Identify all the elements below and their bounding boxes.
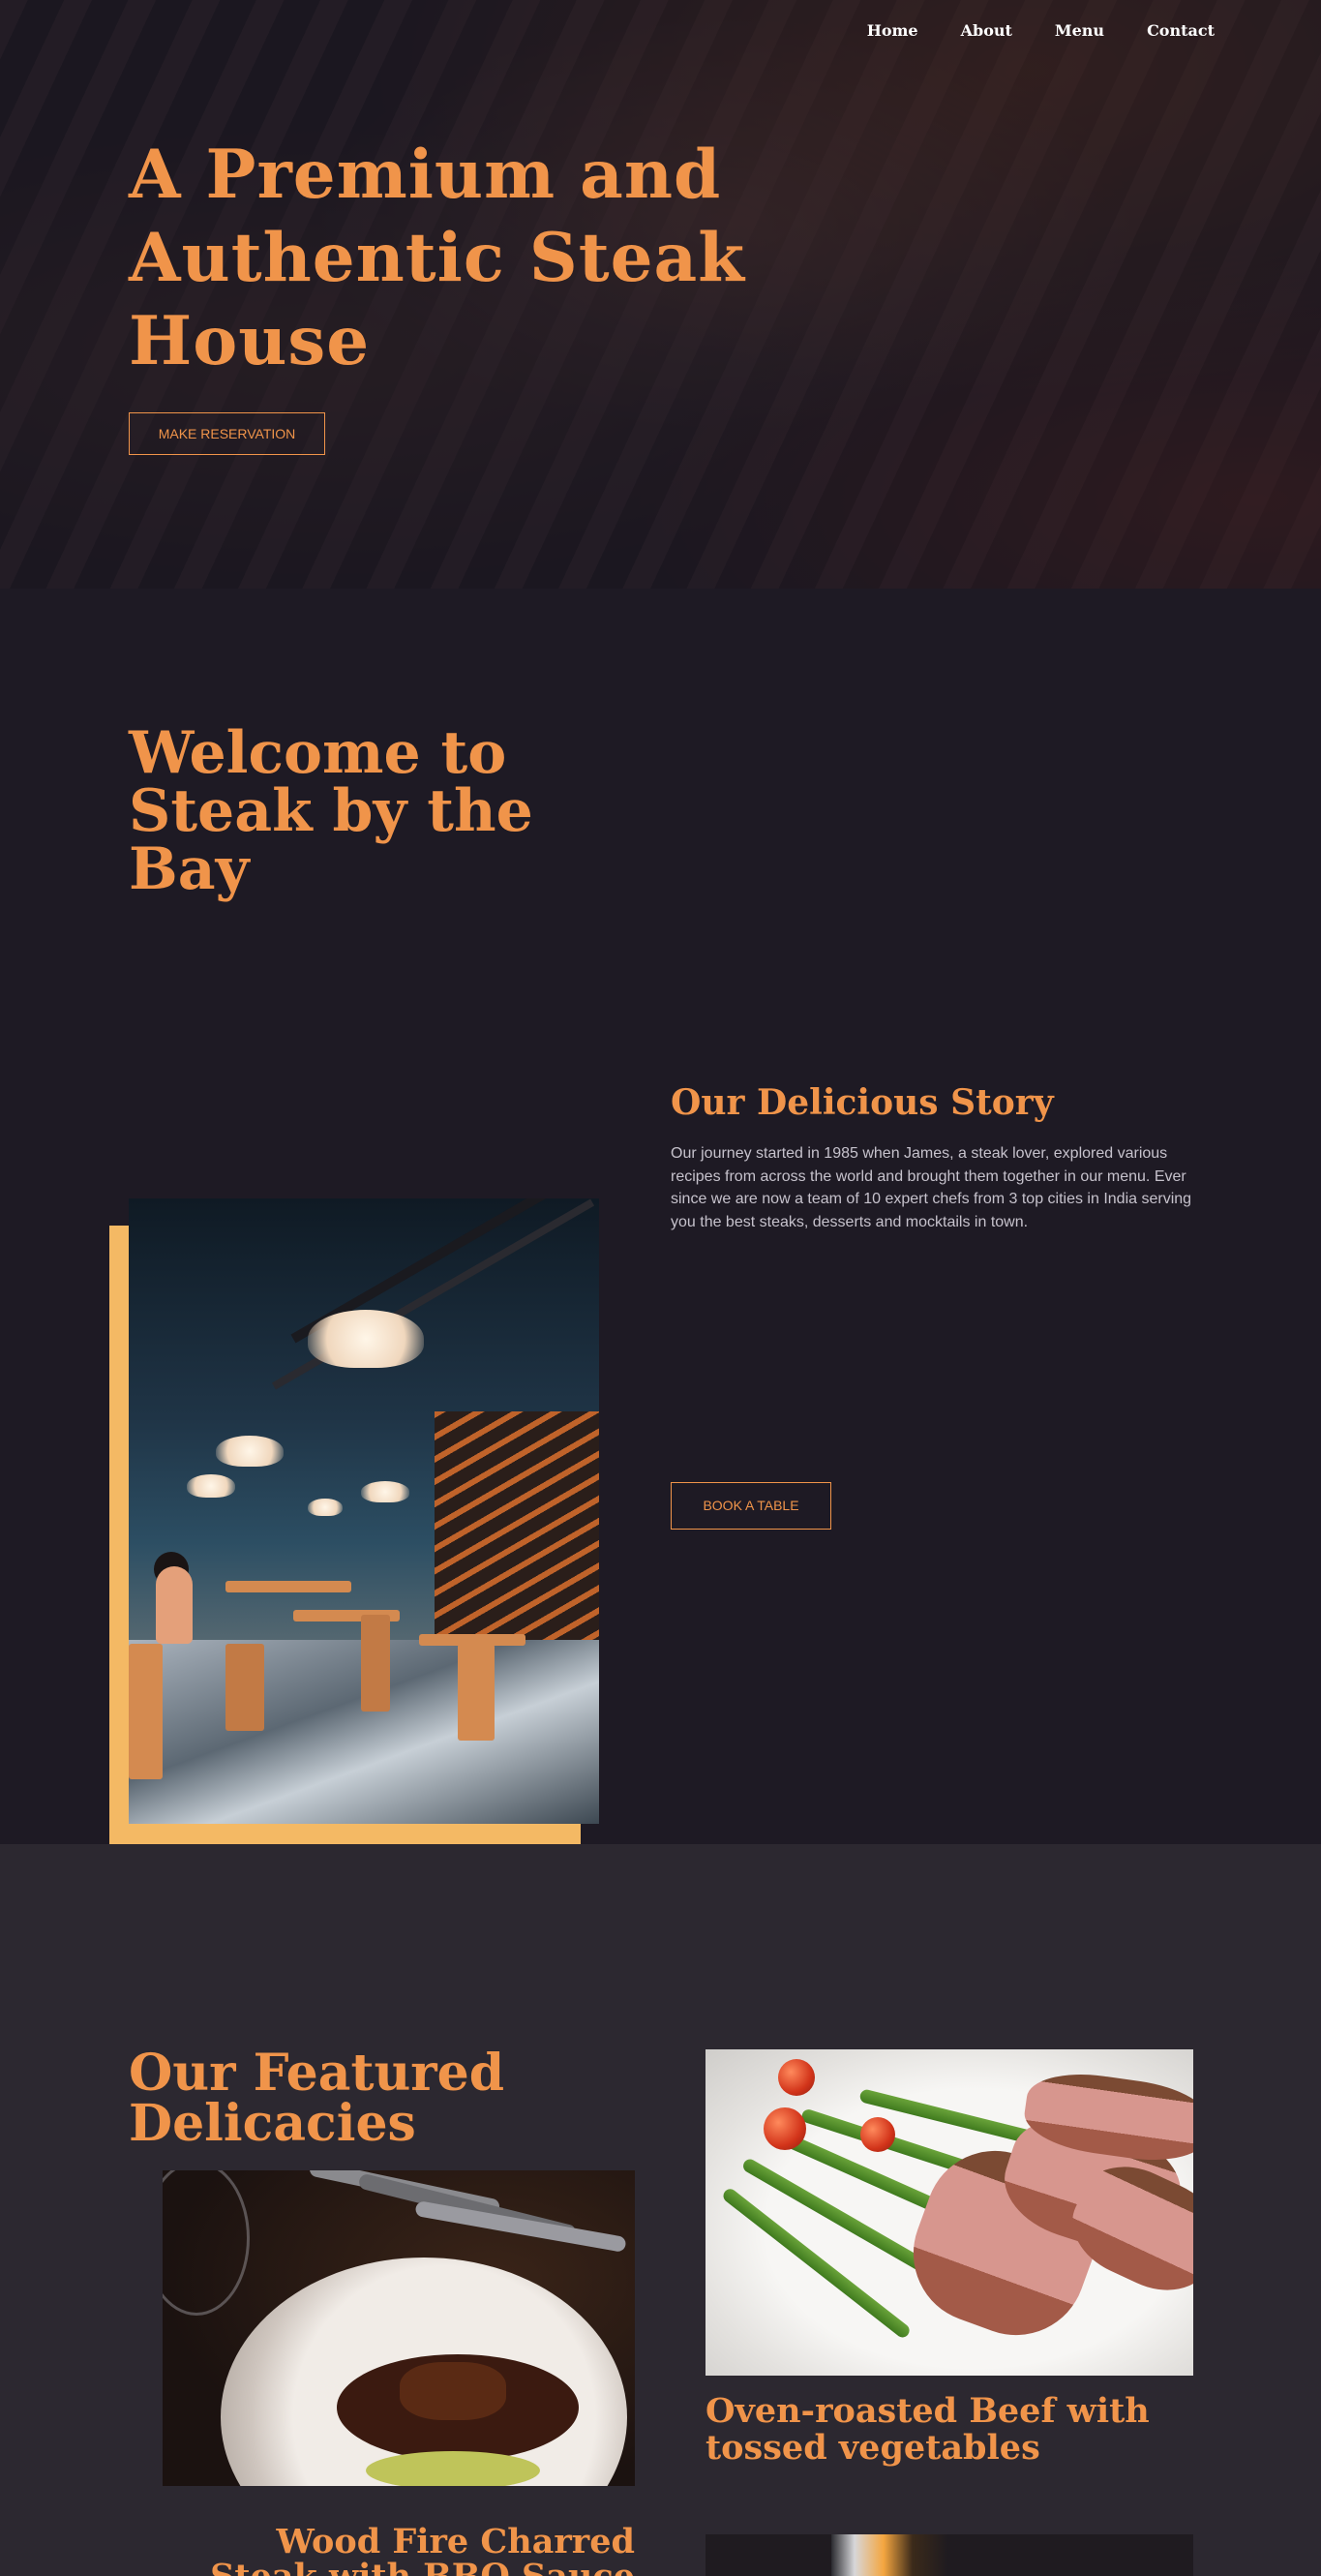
story-text: Our journey started in 1985 when James, … [671,1145,1192,1230]
tomato [860,2117,895,2152]
table [129,1644,163,1779]
tomato [778,2059,815,2096]
book-table-button[interactable]: BOOK A TABLE [671,1482,831,1530]
make-reservation-button[interactable]: MAKE RESERVATION [129,412,325,455]
nav-about[interactable]: About [961,21,1012,40]
nav-home[interactable]: Home [867,21,918,40]
dish-title-roasted-beef: Oven-roasted Beef with tossed vegetables [706,2391,1150,2468]
welcome-title: Welcome to Steak by the Bay [129,719,533,903]
lamp [361,1481,409,1502]
wine-glass [163,2170,250,2316]
chair [225,1644,264,1731]
garnish [366,2451,540,2486]
staircase [435,1411,599,1653]
table [225,1581,351,1592]
lamp [216,1436,284,1467]
hero-section: Home About Menu Contact A Premium and Au… [0,0,1321,589]
guest-figure [156,1566,193,1644]
steak [400,2362,506,2420]
dish-image-roasted-beef [706,2049,1193,2376]
cutlery [414,2200,627,2253]
lamp [308,1310,424,1368]
main-nav: Home About Menu Contact [867,21,1215,40]
lamp [308,1499,343,1516]
dish-image-top-edge [831,2534,947,2576]
dish-title-charred-steak: Wood Fire Charred Steak with BBQ Sauce [210,2522,635,2576]
dish-image-charred-steak [163,2170,635,2486]
story-title: Our Delicious Story [671,1082,1054,1123]
plate [221,2258,627,2486]
ceiling-beam [272,1198,595,1390]
chair [458,1644,495,1741]
nav-contact[interactable]: Contact [1147,21,1215,40]
dish-image-third [706,2534,1193,2576]
tomato [764,2107,806,2150]
nav-menu[interactable]: Menu [1055,21,1104,40]
hero-title: A Premium and Authentic Steak House [129,136,746,380]
chair [361,1615,390,1712]
featured-title: Our Featured Delicacies [129,2044,505,2153]
restaurant-interior-image [129,1198,599,1824]
lamp [187,1474,235,1498]
